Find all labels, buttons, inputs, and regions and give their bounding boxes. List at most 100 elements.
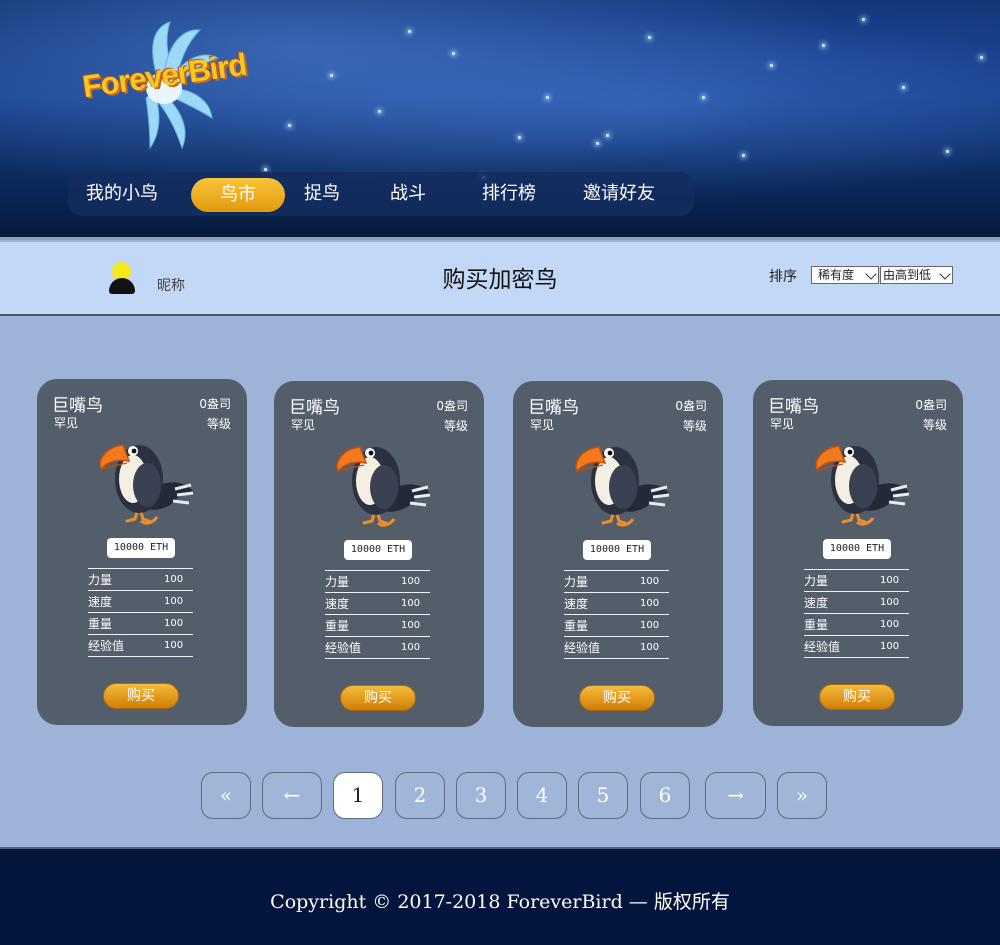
stat-label: 速度	[325, 597, 350, 611]
bird-rarity: 罕见	[291, 418, 316, 432]
toucan-icon	[815, 445, 910, 526]
stat-value: 100	[640, 620, 660, 631]
stat-value: 100	[401, 576, 421, 587]
stat-value: 100	[880, 575, 900, 586]
buy-button[interactable]: 购买	[819, 684, 895, 710]
stat-value: 100	[640, 642, 660, 653]
bird-stats-table: 力量 100 速度 100 重量 100 经验值 100	[325, 570, 430, 659]
stat-label: 经验值	[564, 641, 601, 655]
buy-button[interactable]: 购买	[340, 685, 416, 711]
pagination-page-button[interactable]: 3	[456, 772, 506, 819]
pagination-page-button[interactable]: 2	[395, 772, 445, 819]
stat-value: 100	[401, 642, 421, 653]
stat-row: 经验值 100	[564, 637, 669, 659]
main-nav: 我的小鸟 鸟市 捉鸟 战斗 排行榜 邀请好友	[68, 172, 694, 216]
bird-card[interactable]: 巨嘴鸟 0盎司 罕见 等级 10000 ETH 力量 100 速度 100 重量 100 经…	[513, 381, 723, 727]
bird-rarity: 罕见	[770, 417, 795, 431]
bird-generation: 0盎司	[199, 397, 231, 411]
market-toolbar: 昵称 购买加密鸟 排序 稀有度 由高到低	[0, 242, 1000, 316]
stat-value: 100	[164, 574, 184, 585]
stat-row: 经验值 100	[88, 635, 193, 657]
bird-stats-table: 力量 100 速度 100 重量 100 经验值 100	[564, 570, 669, 659]
bird-rarity: 罕见	[54, 416, 79, 430]
bird-level: 等级	[922, 418, 947, 432]
stat-value: 100	[640, 598, 660, 609]
nav-item-my-birds[interactable]: 我的小鸟	[86, 172, 158, 216]
stat-row: 重量 100	[804, 614, 909, 636]
bird-name: 巨嘴鸟	[528, 398, 579, 418]
stat-row: 速度 100	[88, 591, 193, 613]
stat-value: 100	[880, 641, 900, 652]
pagination-first-button[interactable]: «	[201, 772, 251, 819]
stat-label: 经验值	[804, 640, 841, 654]
site-footer: Copyright © 2017-2018 ForeverBird — 版权所有	[0, 847, 1000, 945]
bird-price: 10000 ETH	[344, 540, 412, 560]
stat-label: 重量	[804, 618, 829, 632]
bird-generation: 0盎司	[915, 398, 947, 412]
nav-item-leaderboard[interactable]: 排行榜	[482, 172, 536, 216]
sort-by-select[interactable]: 稀有度	[811, 266, 879, 284]
bird-level: 等级	[206, 417, 231, 431]
stat-label: 速度	[88, 595, 113, 609]
bird-generation: 0盎司	[436, 399, 468, 413]
site-header: ForeverBird 我的小鸟 鸟市 捉鸟 战斗 排行榜 邀请好友	[0, 0, 1000, 240]
sort-by-value: 稀有度	[818, 268, 855, 282]
bird-card[interactable]: 巨嘴鸟 0盎司 罕见 等级 10000 ETH 力量 100 速度 100 重量 100 经…	[753, 380, 963, 726]
pagination-page-button[interactable]: 5	[578, 772, 628, 819]
stat-label: 经验值	[88, 639, 125, 653]
stat-label: 力量	[325, 575, 350, 589]
buy-button[interactable]: 购买	[103, 683, 179, 709]
stat-value: 100	[164, 596, 184, 607]
bird-level: 等级	[682, 419, 707, 433]
stat-label: 重量	[564, 619, 589, 633]
bird-card[interactable]: 巨嘴鸟 0盎司 罕见 等级 10000 ETH 力量 100 速度 100 重量 100 经…	[274, 381, 484, 727]
copyright-text: Copyright © 2017-2018 ForeverBird — 版权所有	[270, 891, 730, 913]
bird-card[interactable]: 巨嘴鸟 0盎司 罕见 等级 10000 ETH 力量 100 速度 100 重量 100 经…	[37, 379, 247, 725]
stat-row: 经验值 100	[804, 636, 909, 658]
bird-name: 巨嘴鸟	[52, 396, 103, 416]
bird-stats-table: 力量 100 速度 100 重量 100 经验值 100	[804, 569, 909, 658]
stat-label: 力量	[564, 575, 589, 589]
stat-row: 重量 100	[325, 615, 430, 637]
bird-level: 等级	[443, 419, 468, 433]
pagination-page-button[interactable]: 4	[517, 772, 567, 819]
toucan-icon	[575, 446, 670, 527]
stat-row: 力量 100	[804, 570, 909, 592]
stat-value: 100	[880, 597, 900, 608]
pagination-page-button[interactable]: 1	[333, 772, 383, 819]
stat-value: 100	[880, 619, 900, 630]
nav-item-bird-market[interactable]: 鸟市	[191, 178, 285, 212]
bird-name: 巨嘴鸟	[289, 398, 340, 418]
chevron-down-icon	[865, 268, 877, 280]
bird-price: 10000 ETH	[823, 539, 891, 559]
stat-label: 力量	[804, 574, 829, 588]
stat-label: 速度	[804, 596, 829, 610]
nav-item-battle[interactable]: 战斗	[390, 172, 426, 216]
stat-label: 速度	[564, 597, 589, 611]
buy-button[interactable]: 购买	[579, 685, 655, 711]
stat-label: 力量	[88, 573, 113, 587]
pagination-next-button[interactable]: →	[705, 772, 766, 819]
stat-row: 力量 100	[88, 569, 193, 591]
stat-label: 重量	[325, 619, 350, 633]
pagination-page-button[interactable]: 6	[640, 772, 690, 819]
stat-value: 100	[164, 618, 184, 629]
sort-order-select[interactable]: 由高到低	[880, 266, 953, 284]
stat-value: 100	[401, 620, 421, 631]
toucan-icon	[336, 446, 431, 527]
chevron-down-icon	[939, 268, 951, 280]
stat-row: 力量 100	[325, 571, 430, 593]
bird-generation: 0盎司	[675, 399, 707, 413]
stat-value: 100	[640, 576, 660, 587]
nav-item-catch-bird[interactable]: 捉鸟	[304, 172, 340, 216]
foreverbird-logo[interactable]: ForeverBird	[78, 18, 248, 158]
bird-price: 10000 ETH	[107, 538, 175, 558]
sort-order-value: 由高到低	[883, 268, 932, 282]
stat-label: 重量	[88, 617, 113, 631]
pagination-last-button[interactable]: »	[777, 772, 827, 819]
toucan-icon	[99, 444, 194, 525]
stat-value: 100	[401, 598, 421, 609]
nav-item-invite-friends[interactable]: 邀请好友	[583, 172, 655, 216]
pagination-prev-button[interactable]: ←	[262, 772, 322, 819]
stat-row: 速度 100	[325, 593, 430, 615]
